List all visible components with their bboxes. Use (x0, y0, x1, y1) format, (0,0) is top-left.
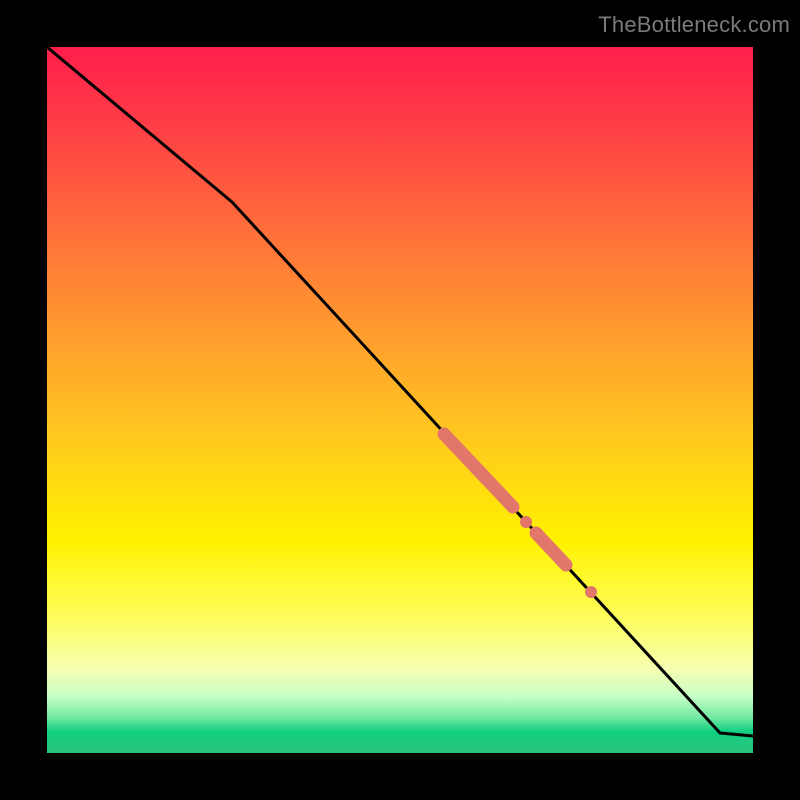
highlight-dot-1 (520, 516, 532, 528)
chart-frame: TheBottleneck.com (0, 0, 800, 800)
highlight-segment-2 (536, 533, 566, 565)
chart-svg (47, 47, 753, 753)
series-curve (47, 47, 753, 736)
highlight-segment-1 (444, 434, 513, 507)
highlight-dot-2 (585, 586, 597, 598)
watermark-text: TheBottleneck.com (598, 12, 790, 38)
plot-area (47, 47, 753, 753)
